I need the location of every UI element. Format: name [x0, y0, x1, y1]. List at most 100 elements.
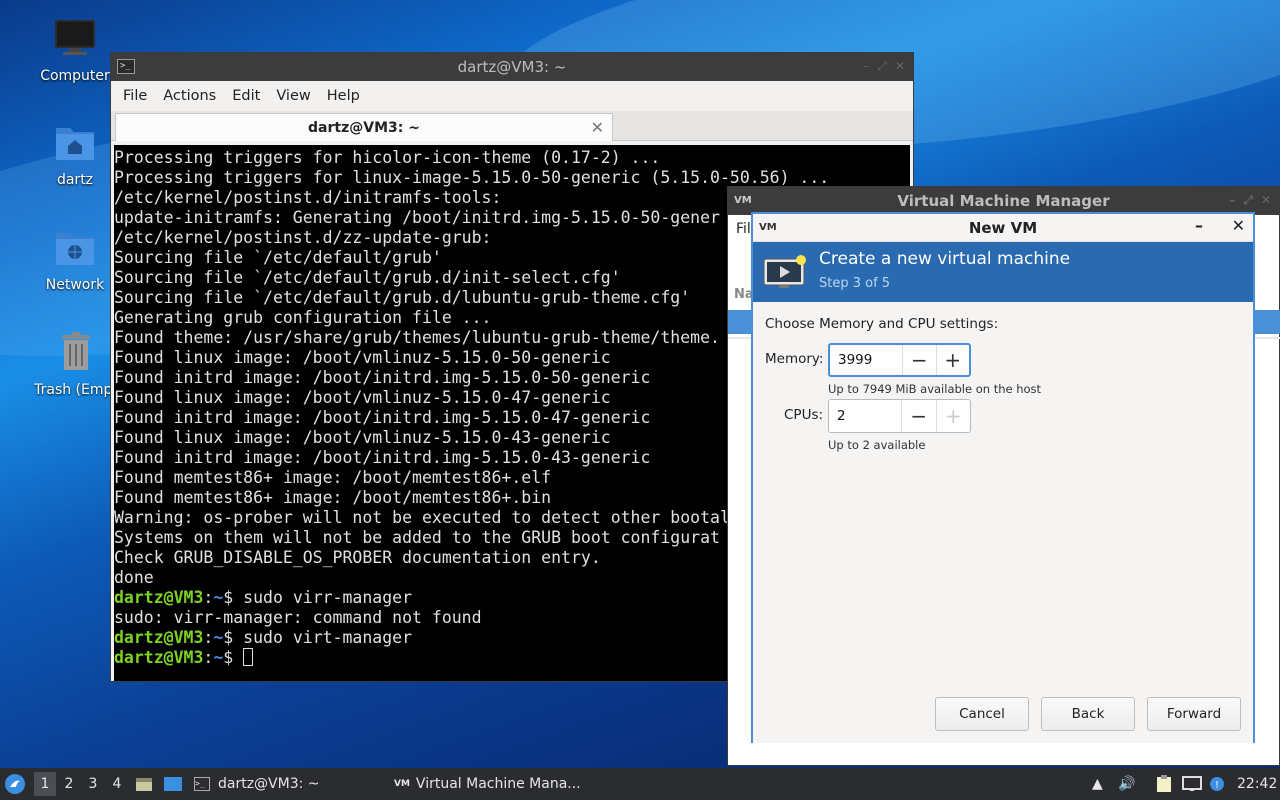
- menu-help[interactable]: Help: [319, 88, 368, 104]
- prompt-path: ~: [213, 628, 224, 647]
- maximize-icon[interactable]: ⤢: [877, 59, 887, 74]
- new-vm-dialog[interactable]: VM New VM – ✕ Create a new virtual machi…: [751, 212, 1255, 743]
- terminal-line: Processing triggers for hicolor-icon-the…: [114, 148, 661, 167]
- cpus-hint: Up to 2 available: [828, 438, 926, 452]
- prompt-user: dartz@VM3: [114, 648, 204, 667]
- update-notifier-icon[interactable]: !: [1209, 768, 1227, 800]
- svg-text:!: !: [1215, 780, 1219, 791]
- task-label: dartz@VM3: ~: [218, 776, 320, 792]
- cpus-increment-button[interactable]: +: [935, 400, 971, 432]
- wizard-header: Create a new virtual machine Step 3 of 5: [753, 242, 1253, 302]
- memory-increment-button[interactable]: +: [935, 345, 970, 375]
- minimize-icon[interactable]: –: [1229, 193, 1235, 208]
- settings-prompt: Choose Memory and CPU settings:: [765, 316, 999, 332]
- clock[interactable]: 22:42: [1237, 768, 1277, 800]
- start-menu-button[interactable]: [4, 768, 30, 800]
- prompt-sep: :: [203, 628, 214, 647]
- cancel-button[interactable]: Cancel: [935, 697, 1029, 731]
- terminal-command: sudo virr-manager: [243, 588, 413, 607]
- minimize-icon[interactable]: –: [1195, 216, 1203, 235]
- dialog-app-icon: VM: [759, 222, 777, 233]
- workspace-4[interactable]: 4: [106, 772, 128, 796]
- task-label: Virtual Machine Mana...: [415, 776, 581, 792]
- terminal-line: Processing triggers for linux-image-5.15…: [114, 168, 830, 187]
- prompt-path: ~: [213, 648, 224, 667]
- menu-edit[interactable]: Edit: [224, 88, 268, 104]
- desktop-icon-computer[interactable]: Computer: [30, 18, 120, 84]
- dialog-title: New VM: [968, 218, 1038, 237]
- minimize-icon[interactable]: –: [863, 59, 869, 74]
- desktop-icon-label: Computer: [40, 68, 110, 84]
- file-manager-icon: [136, 778, 152, 791]
- memory-label: Memory:: [765, 351, 824, 367]
- tab-close-icon[interactable]: ✕: [591, 118, 604, 137]
- trash-icon: [62, 332, 90, 370]
- wizard-title: Create a new virtual machine: [819, 249, 1071, 269]
- desktop-icon-network[interactable]: Network: [30, 227, 120, 293]
- network-icon[interactable]: [1182, 768, 1204, 800]
- window-controls: – ⤢ ✕: [863, 59, 905, 74]
- memory-spinbox[interactable]: − +: [828, 343, 971, 377]
- task-terminal[interactable]: >_ dartz@VM3: ~: [194, 768, 384, 800]
- prompt-dollar: $: [223, 628, 244, 647]
- window-title: Virtual Machine Manager: [897, 192, 1110, 210]
- desktop-icon-home[interactable]: dartz: [30, 122, 120, 188]
- desktop-icon-label: dartz: [56, 172, 94, 188]
- terminal-command: sudo virt-manager: [243, 628, 413, 647]
- cpus-label: CPUs:: [784, 407, 824, 423]
- home-folder-icon: [56, 128, 94, 160]
- terminal-tabbar: dartz@VM3: ~ ✕: [111, 111, 913, 141]
- close-icon[interactable]: ✕: [1261, 193, 1271, 208]
- menu-file[interactable]: File: [115, 88, 155, 104]
- terminal-tab[interactable]: dartz@VM3: ~ ✕: [115, 113, 613, 141]
- back-button[interactable]: Back: [1041, 697, 1135, 731]
- vmm-menu-file[interactable]: Fil: [736, 221, 751, 237]
- wizard-body: Choose Memory and CPU settings: Memory: …: [753, 302, 1253, 743]
- text-cursor: [243, 648, 254, 666]
- prompt-user: dartz@VM3: [114, 588, 204, 607]
- menu-view[interactable]: View: [268, 88, 318, 104]
- vmm-titlebar[interactable]: VM Virtual Machine Manager – ⤢ ✕: [728, 187, 1279, 215]
- window-title: dartz@VM3: ~: [457, 58, 567, 76]
- lubuntu-logo-icon: [5, 774, 25, 794]
- close-icon[interactable]: ✕: [895, 59, 905, 74]
- computer-icon: [55, 20, 95, 55]
- taskbar: 1 2 3 4 >_ dartz@VM3: ~ VM Virtual Machi…: [0, 768, 1280, 800]
- cpus-spinbox[interactable]: − +: [828, 399, 971, 433]
- new-vm-monitor-icon: [763, 255, 806, 288]
- prompt-path: ~: [213, 588, 224, 607]
- desktop-icon-label: Network: [45, 277, 105, 293]
- prompt-sep: :: [203, 648, 214, 667]
- memory-decrement-button[interactable]: −: [902, 345, 936, 375]
- terminal-task-icon: >_: [194, 777, 210, 791]
- vmm-task-icon: VM: [394, 779, 410, 789]
- memory-input[interactable]: [830, 345, 902, 375]
- maximize-icon[interactable]: ⤢: [1243, 193, 1253, 208]
- prompt-dollar: $: [223, 648, 244, 667]
- tab-label: dartz@VM3: ~: [308, 119, 420, 136]
- file-manager-launcher[interactable]: [135, 768, 155, 800]
- terminal-menubar: File Actions Edit View Help: [111, 81, 913, 111]
- close-icon[interactable]: ✕: [1232, 216, 1245, 235]
- clipboard-icon[interactable]: [1156, 768, 1176, 800]
- memory-hint: Up to 7949 MiB available on the host: [828, 382, 1042, 396]
- menu-actions[interactable]: Actions: [155, 88, 224, 104]
- network-folder-icon: [56, 233, 94, 265]
- cpus-decrement-button[interactable]: −: [901, 400, 936, 432]
- forward-button[interactable]: Forward: [1147, 697, 1241, 731]
- workspace-2[interactable]: 2: [58, 772, 80, 796]
- terminal-titlebar[interactable]: >_ dartz@VM3: ~ – ⤢ ✕: [111, 53, 913, 81]
- prompt-sep: :: [203, 588, 214, 607]
- prompt-dollar: $: [223, 588, 244, 607]
- workspace-1[interactable]: 1: [34, 772, 56, 796]
- dialog-titlebar[interactable]: VM New VM – ✕: [753, 214, 1253, 242]
- window-controls: – ⤢ ✕: [1229, 193, 1271, 208]
- vmm-app-icon: VM: [734, 195, 752, 206]
- prompt-user: dartz@VM3: [114, 628, 204, 647]
- task-vmm[interactable]: VM Virtual Machine Mana...: [394, 768, 594, 800]
- volume-icon[interactable]: 🔊: [1118, 768, 1138, 800]
- workspace-3[interactable]: 3: [82, 772, 104, 796]
- tray-expand-icon[interactable]: ▲: [1092, 768, 1110, 800]
- cpus-input[interactable]: [829, 400, 901, 432]
- show-desktop-button[interactable]: [163, 768, 185, 800]
